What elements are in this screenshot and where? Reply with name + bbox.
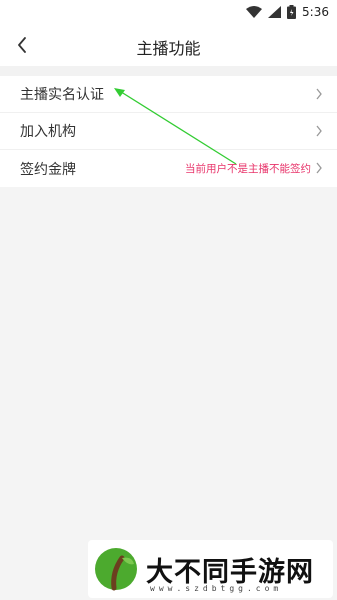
settings-menu: 主播实名认证 加入机构 签约金牌 当前用户不是主播不能签约 — [0, 76, 337, 187]
chevron-right-icon — [316, 125, 322, 137]
menu-item-label: 签约金牌 — [20, 161, 76, 178]
section-gap — [0, 66, 337, 76]
nav-bar: 主播功能 — [0, 24, 337, 66]
chevron-right-icon — [316, 88, 322, 100]
chevron-right-icon — [316, 162, 322, 174]
status-bar: 5:36 — [0, 0, 337, 24]
battery-icon — [287, 5, 297, 19]
content-area — [0, 187, 337, 600]
status-time: 5:36 — [302, 5, 329, 19]
status-icons: 5:36 — [246, 4, 329, 20]
leaf-logo-icon — [95, 548, 137, 591]
menu-item-gold-contract[interactable]: 签约金牌 当前用户不是主播不能签约 — [0, 150, 337, 187]
page-title: 主播功能 — [136, 39, 201, 58]
menu-item-label: 加入机构 — [20, 124, 76, 140]
menu-item-join-agency[interactable]: 加入机构 — [0, 113, 337, 150]
wifi-icon — [246, 6, 263, 18]
menu-item-note: 当前用户不是主播不能签约 — [185, 163, 311, 175]
watermark: 大不同手游网 www.szdbtgg.com — [88, 540, 333, 598]
watermark-url: www.szdbtgg.com — [150, 584, 283, 593]
signal-icon — [268, 6, 282, 18]
menu-item-anchor-verification[interactable]: 主播实名认证 — [0, 76, 337, 113]
menu-item-label: 主播实名认证 — [20, 87, 104, 103]
